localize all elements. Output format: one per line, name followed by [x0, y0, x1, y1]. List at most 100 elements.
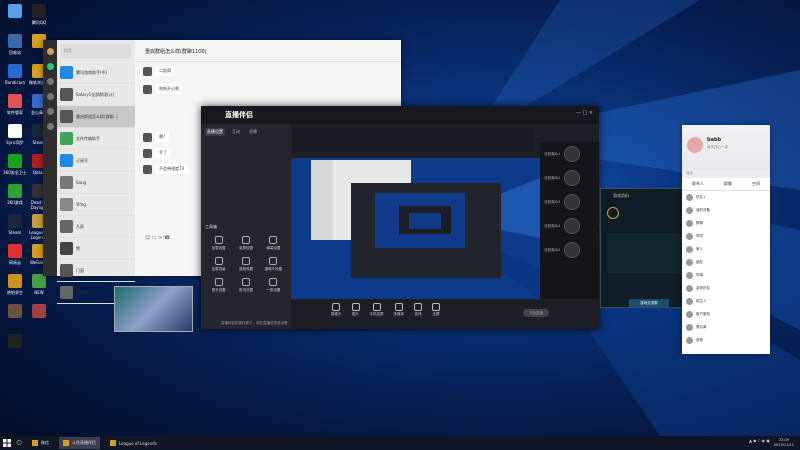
tool-icon: [269, 257, 278, 265]
desktop-icon[interactable]: [26, 304, 52, 320]
windows-start-icon[interactable]: [0, 436, 14, 450]
desktop-icon-label: 360安全卫士: [3, 170, 27, 175]
desktop-icon[interactable]: Sync同步: [2, 124, 28, 145]
contact-item[interactable]: Salary1全部群组(计): [57, 84, 135, 106]
qq-contact[interactable]: 客户服务: [682, 308, 770, 321]
desktop-icon[interactable]: [2, 304, 28, 320]
source-button[interactable]: 多媒体: [393, 303, 405, 325]
tab-0[interactable]: 直播设置: [205, 128, 225, 136]
source-label: 多媒体: [393, 312, 405, 316]
live-stream-window[interactable]: 直播伴侣 — □ ✕ 直播设置 互动 直播 工具箱 加载设置 录屏设置 弹幕设置 加载场景…: [201, 106, 599, 329]
game-group-button[interactable]: 游戏交流群: [629, 299, 669, 307]
viewer-row[interactable]: 当前观众5: [540, 238, 599, 262]
qq-contact[interactable]: 游戏好友: [682, 282, 770, 295]
source-button[interactable]: 摄像头: [331, 303, 342, 325]
desktop-icon[interactable]: NEW: [26, 274, 52, 295]
viewer-row[interactable]: 当前观众2: [540, 166, 599, 190]
composer-toolbar[interactable]: ☺ ▭ ✂ ☎: [145, 235, 170, 241]
qq-search-input[interactable]: 搜索: [682, 169, 770, 178]
tool-button[interactable]: 摄像头设置: [260, 257, 287, 272]
qq-tab[interactable]: 群聊: [724, 181, 732, 187]
tool-button[interactable]: 加载场景: [205, 257, 232, 272]
contact-item[interactable]: 重启群组怎么样(群聊..): [57, 106, 135, 128]
contact-name: 西游西: [76, 289, 88, 295]
qq-contact[interactable]: 朋友: [682, 256, 770, 269]
source-button[interactable]: 手机投屏: [370, 303, 384, 325]
source-button[interactable]: 图片: [351, 303, 360, 325]
viewer-row[interactable]: 当前观众3: [540, 190, 599, 214]
tool-button[interactable]: 更多设置: [205, 278, 232, 293]
contact-item[interactable]: 订阅号: [57, 150, 135, 172]
source-button[interactable]: 游戏: [414, 303, 422, 325]
source-icon: [332, 303, 341, 311]
desktop-icon-label: 回收站: [9, 50, 21, 55]
desktop-icon[interactable]: 网易云: [2, 244, 28, 265]
desktop-icon[interactable]: 绝地求生: [2, 274, 28, 295]
tab-1[interactable]: 互动: [230, 128, 242, 136]
start-live-button[interactable]: 开始直播: [523, 309, 549, 317]
desktop-icon[interactable]: [2, 4, 28, 20]
files-icon[interactable]: [46, 108, 54, 115]
contact-item[interactable]: 腾讯游戏助手(中): [57, 62, 135, 84]
contact-item[interactable]: 雪: [57, 238, 135, 260]
desktop-icon[interactable]: 回收站: [2, 34, 28, 55]
viewer-row[interactable]: 当前观众1: [540, 142, 599, 166]
avatar[interactable]: [687, 137, 703, 153]
avatar: [60, 154, 73, 167]
qq-tab[interactable]: 空间: [752, 181, 760, 187]
avatar: [60, 220, 73, 233]
desktop-icon[interactable]: 360安全卫士: [2, 154, 28, 175]
tool-button[interactable]: 录屏设置: [232, 236, 259, 251]
moments-icon[interactable]: [46, 123, 54, 130]
qq-contact[interactable]: 其他: [682, 334, 770, 347]
desktop-icon[interactable]: Steam: [2, 214, 28, 235]
tab-2[interactable]: 直播: [247, 128, 259, 136]
taskbar-app[interactable]: League of Legends: [106, 437, 161, 449]
desktop-icon[interactable]: 360游戏: [2, 184, 28, 205]
tool-button[interactable]: 加载设置: [205, 236, 232, 251]
clock[interactable]: 23:09 2019/11/11: [774, 438, 794, 448]
contact-item[interactable]: Sang: [57, 172, 135, 194]
qq-contact[interactable]: 陌生人: [682, 295, 770, 308]
contact-item[interactable]: 凡辰: [57, 216, 135, 238]
chat-icon[interactable]: [46, 63, 54, 70]
qq-contact[interactable]: 同事: [682, 269, 770, 282]
window-controls[interactable]: — □ ✕: [576, 110, 593, 116]
tool-label: 语音设置: [238, 267, 253, 271]
qq-tab[interactable]: 联系人: [692, 181, 704, 187]
tool-button[interactable]: 推流设置: [232, 278, 259, 293]
tool-button[interactable]: 一般设置: [260, 278, 287, 293]
desktop-icon[interactable]: [2, 334, 28, 350]
source-button[interactable]: 全屏: [432, 303, 440, 325]
avatar-icon[interactable]: [46, 48, 54, 55]
contact-item[interactable]: Yifng: [57, 194, 135, 216]
tool-button[interactable]: 语音设置: [232, 257, 259, 272]
desktop-icon-label: Sync同步: [6, 140, 24, 145]
qq-contact[interactable]: 同学: [682, 230, 770, 243]
qq-contact[interactable]: 家人: [682, 243, 770, 256]
tool-label: 录屏设置: [238, 246, 253, 250]
search-icon[interactable]: ○: [14, 436, 24, 450]
desktop-icon[interactable]: Bandicam: [2, 64, 28, 85]
favorites-icon[interactable]: [46, 93, 54, 100]
contacts-icon[interactable]: [46, 78, 54, 85]
desktop-icon[interactable]: 软件管家: [2, 94, 28, 115]
contact-item[interactable]: 门窗: [57, 260, 135, 282]
viewer-row[interactable]: 当前观众4: [540, 214, 599, 238]
qq-contact[interactable]: 好友1: [682, 191, 770, 204]
avatar: [686, 194, 693, 201]
taskbar-app[interactable]: 微信: [28, 437, 53, 449]
contact-item[interactable]: 文件传输助手: [57, 128, 135, 150]
qq-contact[interactable]: 黑名单: [682, 321, 770, 334]
qq-contact[interactable]: 群聊: [682, 217, 770, 230]
search-input[interactable]: 搜索: [61, 44, 131, 58]
qq-contact[interactable]: 我的设备: [682, 204, 770, 217]
qq-window[interactable]: babb 每天开心一点 搜索 联系人 群聊 空间 好友1 我的设备 群聊 同学 家人 朋友 同事…: [682, 125, 770, 354]
taskbar-app[interactable]: 斗鱼直播伴侣: [59, 437, 100, 449]
system-tray[interactable]: ▲ ◆ ♪ ◉ ▣: [749, 438, 770, 443]
qq-signature[interactable]: 每天开心一点: [707, 145, 728, 150]
tool-button[interactable]: 弹幕设置: [260, 236, 287, 251]
viewer-name: 当前观众1: [544, 151, 561, 156]
desktop-icon[interactable]: 腾讯QQ: [26, 4, 52, 25]
app-icon: [63, 440, 69, 446]
